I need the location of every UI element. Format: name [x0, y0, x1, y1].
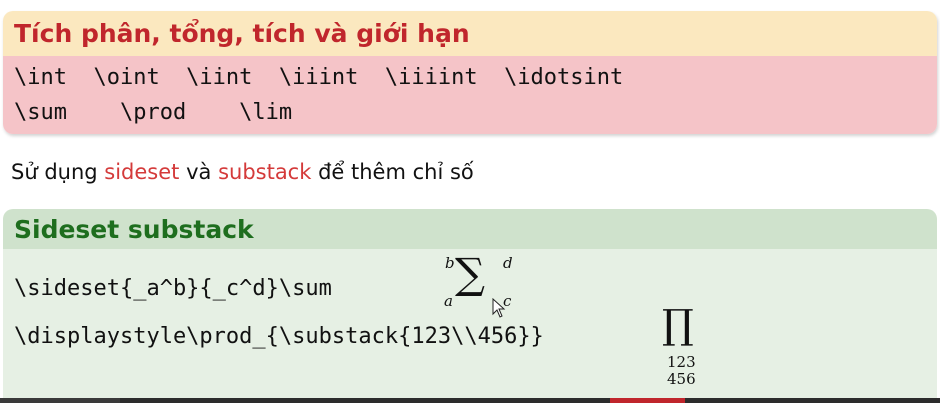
- command-row-integrals: \int \oint \iint \iiint \iiiint \idotsin…: [14, 65, 624, 90]
- sum-superscript-d: d: [503, 254, 513, 272]
- block-title: Tích phân, tổng, tích và giới hạn: [3, 11, 937, 56]
- command-row-sum-prod-lim: \sum \prod \lim: [14, 100, 293, 125]
- block-sideset-substack: Sideset substack \sideset{_a^b}{_c^d}\su…: [3, 209, 937, 403]
- sum-symbol: ∑: [455, 249, 485, 298]
- block-body: \int \oint \iint \iiint \iiiint \idotsin…: [3, 56, 937, 134]
- block-integrals-sums: Tích phân, tổng, tích và giới hạn \int \…: [3, 11, 937, 134]
- sentence-part: và: [179, 160, 219, 184]
- block-body: \sideset{_a^b}{_c^d}\sum \displaystyle\p…: [3, 249, 937, 403]
- keyword-sideset: sideset: [104, 160, 180, 184]
- prod-symbol: ∏: [662, 302, 694, 348]
- code-substack: \displaystyle\prod_{\substack{123\\456}}: [14, 324, 544, 349]
- sentence-part: Sử dụng: [11, 160, 105, 184]
- keyword-substack: substack: [218, 160, 312, 184]
- taskbar-strip: [0, 398, 940, 403]
- taskbar-active-segment: [610, 398, 685, 403]
- prod-subscript-line2: 456: [667, 370, 696, 388]
- taskbar-segment: [0, 398, 120, 403]
- explanation-sentence: Sử dụng sideset và substack để thêm chỉ …: [11, 160, 474, 184]
- code-sideset: \sideset{_a^b}{_c^d}\sum: [14, 276, 332, 301]
- sentence-part: để thêm chỉ số: [311, 160, 474, 184]
- block-title: Sideset substack: [3, 209, 937, 249]
- mouse-cursor-icon: [492, 298, 506, 318]
- prod-subscript-line1: 123: [667, 353, 696, 371]
- sum-superscript-b: b: [445, 254, 455, 272]
- sum-subscript-a: a: [444, 292, 453, 310]
